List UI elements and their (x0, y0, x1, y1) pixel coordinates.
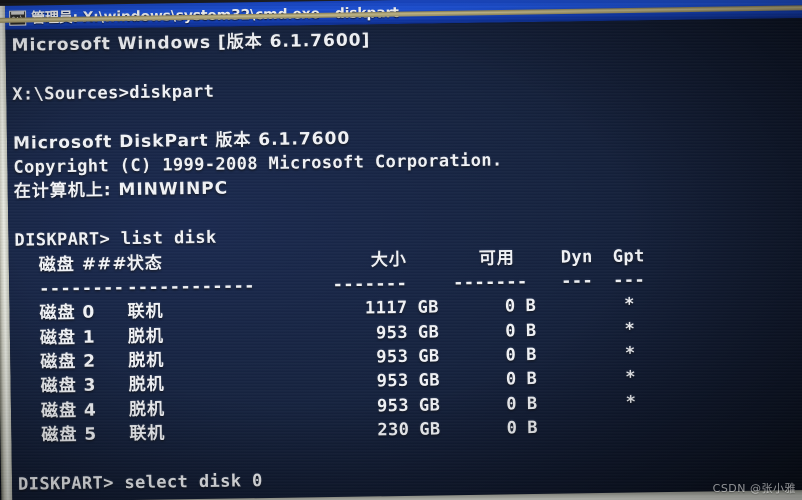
cell-size: 953 (376, 371, 409, 392)
cell-dyn (552, 366, 604, 391)
cell-state: 联机 (129, 423, 166, 445)
cell-gpt: * (625, 367, 637, 389)
cell-free: 0 (506, 418, 518, 439)
header-dyn: Dyn (560, 246, 593, 268)
cell-disk: 磁盘 0 (39, 302, 96, 324)
cell-gpt: * (625, 392, 637, 413)
cell-size-unit: GB (418, 346, 440, 367)
header-free: 可用 (478, 247, 515, 269)
cell-free-unit: B (526, 393, 538, 414)
cell-free: 0 (504, 296, 516, 317)
header-size: 大小 (370, 249, 407, 270)
cell-size: 953 (376, 346, 409, 368)
separator-state: ------------ (127, 276, 255, 298)
separator-free-spacer (515, 270, 551, 295)
screenshot-root: 管理员: X:\windows\system32\cmd.exe - diskp… (0, 0, 802, 500)
cell-gpt (605, 414, 657, 439)
cell-free: 0 (505, 345, 517, 366)
cell-size: 953 (375, 322, 409, 344)
header-disk: 磁盘 ### (38, 253, 128, 275)
console-output-area[interactable]: Microsoft Windows [版本 6.1.7600] X:\Sourc… (5, 17, 802, 500)
cell-dyn (552, 318, 604, 343)
cell-size-unit: GB (418, 395, 441, 416)
cell-dyn (553, 415, 605, 440)
cell-size-unit: GB (417, 322, 440, 343)
cell-size-unit: GB (419, 419, 441, 440)
separator-dyn: --- (561, 271, 594, 292)
separator-size: ------- (332, 273, 408, 295)
cell-free: 0 (505, 369, 517, 390)
separator-disk: -------- (39, 278, 125, 300)
cell-disk: 磁盘 3 (40, 375, 97, 397)
disk-table-body: 磁盘 0 联机 1117 GB 0 B * 磁盘 1 脱机 953 GB 0 B * 磁盘 2 脱机 953 GB… (15, 290, 802, 448)
cell-size-unit: GB (417, 297, 439, 319)
cell-free-unit: B (526, 369, 538, 390)
cell-free-unit: B (525, 320, 537, 341)
header-free-spacer (515, 245, 551, 270)
cell-dyn (553, 391, 605, 416)
cell-size: 1117 (364, 298, 408, 319)
cell-free-unit: B (527, 418, 539, 439)
header-size-spacer (407, 247, 453, 272)
cell-gpt: * (624, 343, 636, 364)
header-state: 状态 (126, 253, 163, 274)
cell-free-unit: B (526, 345, 538, 366)
cell-size: 230 (377, 420, 410, 441)
cell-state: 联机 (127, 301, 164, 323)
separator-size-spacer (407, 271, 453, 296)
cell-disk: 磁盘 2 (40, 351, 97, 373)
cell-gpt: * (624, 319, 636, 340)
cell-gpt: * (624, 294, 635, 315)
cell-free: 0 (505, 320, 517, 342)
header-gpt: Gpt (612, 245, 645, 267)
cell-size-unit: GB (418, 370, 441, 392)
cmd-window: 管理员: X:\windows\system32\cmd.exe - diskp… (0, 0, 802, 500)
cell-disk: 磁盘 1 (39, 327, 96, 349)
separator-gpt: --- (613, 270, 646, 291)
cell-disk: 磁盘 5 (41, 424, 98, 446)
cell-size: 953 (376, 395, 410, 417)
cell-dyn (552, 342, 604, 367)
separator-free: ------- (453, 272, 528, 294)
cell-dyn (551, 293, 603, 318)
cell-state: 脱机 (128, 374, 165, 396)
cell-state: 脱机 (128, 350, 165, 372)
cell-disk: 磁盘 4 (40, 400, 97, 422)
cell-free-unit: B (525, 296, 537, 317)
cell-free: 0 (506, 394, 518, 415)
csdn-watermark: CSDN @‌张小雅 (712, 482, 796, 495)
cell-state: 脱机 (127, 326, 165, 347)
cell-state: 脱机 (128, 399, 166, 420)
